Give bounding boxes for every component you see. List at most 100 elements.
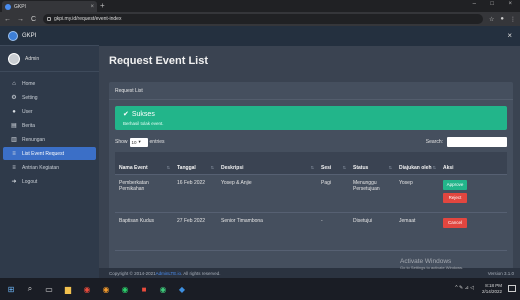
footer-rights: . All rights reserved. <box>181 270 221 276</box>
cell-sesi: - <box>317 212 349 251</box>
footer-version: Version 3.1.0 <box>487 270 514 276</box>
url-text: gkpi.my.id/request/event-index <box>54 16 122 22</box>
sidebar-item-label: Renungan <box>22 136 46 143</box>
user-name: Admin <box>25 55 40 62</box>
sidebar: GKPI Admin ⌂ Home ⚙ Setting ● User ▤ Ber… <box>0 26 99 278</box>
brand[interactable]: GKPI <box>0 26 99 46</box>
notification-icon[interactable] <box>508 285 516 292</box>
table-header-row: Nama Event ⇅ Tanggal ⇅ Deskripsi ⇅ Sesi ⇅ St… <box>115 152 507 175</box>
vscode-icon[interactable]: ◆ <box>177 284 187 294</box>
search-input[interactable] <box>447 137 507 147</box>
col-header-tanggal[interactable]: Tanggal ⇅ <box>173 152 217 175</box>
sidebar-item-user[interactable]: ● User <box>3 105 96 118</box>
check-icon: ✔ <box>123 111 129 118</box>
queue-icon: ≡ <box>12 164 16 171</box>
sidebar-item-setting[interactable]: ⚙ Setting <box>3 91 96 104</box>
entries-value: 10 <box>131 139 137 145</box>
cell-aksi: Cancel <box>439 212 507 251</box>
sidebar-item-berita[interactable]: ▤ Berita <box>3 119 96 132</box>
success-alert: ✔ Sukses Berhasil tolak event. <box>115 106 507 130</box>
cell-aksi: Approve Reject <box>439 174 507 213</box>
cell-oleh: Jemaat <box>395 212 439 251</box>
sidebar-item-label: Home <box>22 80 36 87</box>
clock[interactable]: 8:18 PM 2/14/2022 <box>482 283 502 295</box>
windows-start-icon[interactable]: ⊞ <box>6 284 16 294</box>
profile-icon[interactable]: ● <box>500 16 504 22</box>
user-panel[interactable]: Admin <box>0 46 99 72</box>
lock-icon <box>47 17 51 21</box>
browser-tab[interactable]: GKPI × <box>2 1 97 12</box>
sidebar-item-home[interactable]: ⌂ Home <box>3 77 96 90</box>
sidebar-menu: ⌂ Home ⚙ Setting ● User ▤ Berita ▥ Renun… <box>0 72 99 188</box>
show-label: Show <box>115 139 128 145</box>
cell-deskripsi: Senior Timambona <box>217 212 317 251</box>
page-title: Request Event List <box>109 55 209 67</box>
sidebar-item-label: Setting <box>22 94 38 101</box>
url-field[interactable]: gkpi.my.id/request/event-index <box>43 14 483 24</box>
minimize-button[interactable]: – <box>473 1 476 7</box>
system-tray[interactable]: ^ ✎ ⊿ ◁ <box>455 285 474 291</box>
forward-icon[interactable]: → <box>17 16 24 23</box>
col-header-nama-event[interactable]: Nama Event ⇅ <box>115 152 173 175</box>
table-row: Pemberkatan Pernikahan 16 Feb 2022 Yosep… <box>115 174 507 213</box>
col-header-sesi[interactable]: Sesi ⇅ <box>317 152 349 175</box>
list-icon: ≡ <box>12 150 16 157</box>
cell-nama: Baptisan Kudus <box>115 212 173 251</box>
sidebar-item-list-event-request[interactable]: ≡ List Event Request <box>3 147 96 160</box>
cell-status: Disetujui <box>349 212 395 251</box>
sidebar-item-label: Berita <box>22 122 36 129</box>
sidebar-item-label: Antrian Kegiatan <box>22 164 59 171</box>
address-bar: ← → C gkpi.my.id/request/event-index ☆ ●… <box>0 12 520 26</box>
footer-link[interactable]: AdminLTE.io <box>156 271 181 276</box>
browser-menu-icon[interactable]: ⋮ <box>510 16 516 23</box>
cell-deskripsi: Yosep & Anjie <box>217 174 317 213</box>
approve-button[interactable]: Approve <box>443 179 467 190</box>
tab-close-icon[interactable]: × <box>90 4 97 10</box>
col-header-diajukan-oleh[interactable]: Diajukan oleh ⇅ <box>395 152 439 175</box>
col-header-deskripsi[interactable]: Deskripsi ⇅ <box>217 152 317 175</box>
user-icon: ● <box>12 108 16 115</box>
reject-button[interactable]: Reject <box>443 192 467 203</box>
news-icon: ▤ <box>11 123 17 129</box>
firefox-icon[interactable]: ◉ <box>101 284 111 294</box>
col-header-status[interactable]: Status ⇅ <box>349 152 395 175</box>
cell-tanggal: 27 Feb 2022 <box>173 212 217 251</box>
sidebar-item-antrian-kegiatan[interactable]: ≡ Antrian Kegiatan <box>3 161 96 174</box>
top-navbar: × <box>99 26 520 46</box>
sidebar-item-label: Logout <box>22 178 38 185</box>
search-icon[interactable]: ⌕ <box>25 284 35 294</box>
entries-label: entries <box>149 139 165 145</box>
gear-icon: ⚙ <box>11 95 17 101</box>
activate-windows-watermark: Activate Windows Go to Settings to activ… <box>400 258 463 270</box>
browser-tab-bar: GKPI × + – □ × <box>0 0 520 12</box>
maximize-button[interactable]: □ <box>490 1 494 7</box>
avatar <box>8 52 20 65</box>
reload-icon[interactable]: C <box>30 16 37 23</box>
bookmark-star-icon[interactable]: ☆ <box>489 16 494 23</box>
cancel-button[interactable]: Cancel <box>443 217 467 228</box>
footer-copyright: Copyright © 2014-2021 <box>109 270 156 276</box>
cell-status: Menunggu Persetujuan <box>349 174 395 213</box>
window-close-button[interactable]: × <box>508 1 512 7</box>
sidebar-item-renungan[interactable]: ▥ Renungan <box>3 133 96 146</box>
browser-icon[interactable]: ◉ <box>158 284 168 294</box>
sidebar-item-logout[interactable]: ➜ Logout <box>3 175 96 188</box>
chrome-icon[interactable]: ◉ <box>82 284 92 294</box>
chevron-down-icon: ▾ <box>138 139 141 144</box>
col-header-aksi: Aksi <box>439 152 507 175</box>
favicon-icon <box>5 3 11 10</box>
watermark-line-1: Activate Windows <box>400 258 452 265</box>
card-header: Request List <box>109 82 513 100</box>
alert-title: ✔ Sukses <box>123 110 507 119</box>
logout-icon: ➜ <box>11 179 17 185</box>
whatsapp-icon[interactable]: ◉ <box>120 284 130 294</box>
file-explorer-icon[interactable]: ▆ <box>63 284 73 294</box>
back-icon[interactable]: ← <box>4 16 11 23</box>
entries-select[interactable]: 10 ▾ <box>129 137 148 147</box>
app-icon[interactable]: ■ <box>139 284 149 294</box>
main-content: Request Event List Request List ✔ Sukses… <box>99 46 520 300</box>
task-view-icon[interactable]: ▭ <box>44 284 54 294</box>
close-icon[interactable]: × <box>507 31 512 40</box>
new-tab-button[interactable]: + <box>100 1 105 10</box>
alert-title-text: Sukses <box>131 110 155 118</box>
